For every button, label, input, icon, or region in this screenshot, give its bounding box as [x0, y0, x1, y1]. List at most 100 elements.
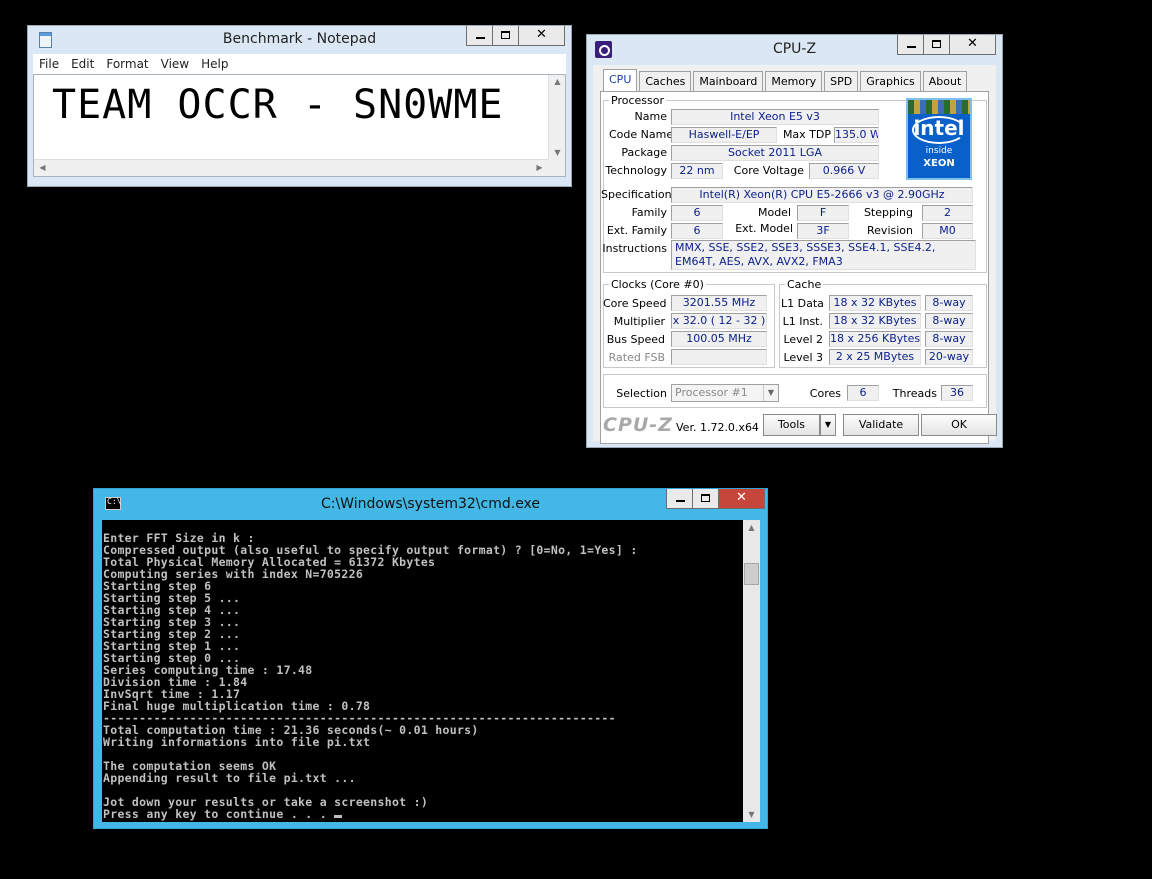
- multiplier-value: x 32.0 ( 12 - 32 ): [671, 313, 767, 329]
- validate-button[interactable]: Validate: [843, 414, 919, 436]
- menu-help[interactable]: Help: [201, 57, 228, 71]
- notepad-vertical-scrollbar[interactable]: ▲ ▼: [548, 75, 565, 159]
- cache-way-l3: 20-way: [925, 349, 973, 365]
- scroll-down-icon[interactable]: ▼: [549, 148, 566, 157]
- scroll-up-icon[interactable]: ▲: [743, 523, 760, 532]
- maxtdp-label: Max TDP: [782, 128, 831, 141]
- stepping-label: Stepping: [863, 206, 913, 219]
- menu-file[interactable]: File: [39, 57, 59, 71]
- ratedfsb-value: [671, 349, 767, 365]
- scroll-up-icon[interactable]: ▲: [549, 77, 566, 86]
- ok-button[interactable]: OK: [921, 414, 997, 436]
- cmd-console[interactable]: Enter FFT Size in k : Compressed output (…: [102, 520, 743, 822]
- name-value: Intel Xeon E5 v3: [671, 109, 879, 125]
- corespeed-value: 3201.55 MHz: [671, 295, 767, 311]
- name-label: Name: [634, 110, 667, 123]
- notepad-horizontal-scrollbar[interactable]: ◀ ▶: [34, 159, 548, 176]
- cmd-maximize-button[interactable]: [693, 489, 719, 509]
- ratedfsb-label: Rated FSB: [608, 351, 665, 364]
- cpuz-titlebar[interactable]: CPU-Z ✕: [587, 35, 1002, 62]
- revision-label: Revision: [867, 224, 913, 237]
- notepad-text-area[interactable]: TEAM OCCR - SN0WME ▲ ▼ ◀ ▶: [33, 74, 566, 177]
- scrollbar-thumb[interactable]: [744, 563, 759, 585]
- intel-logo-text: intel: [913, 116, 965, 140]
- cache-size-l1data: 18 x 32 KBytes: [829, 295, 921, 311]
- cache-label-l1data: L1 Data: [781, 297, 824, 310]
- tab-caches[interactable]: Caches: [639, 71, 692, 91]
- cache-size-l2: 18 x 256 KBytes: [829, 331, 921, 347]
- tools-button[interactable]: Tools: [763, 414, 820, 436]
- minimize-icon: [907, 46, 916, 48]
- tab-mainboard[interactable]: Mainboard: [693, 71, 764, 91]
- threads-value: 36: [941, 385, 973, 401]
- cache-label-l3: Level 3: [783, 351, 823, 364]
- cache-legend: Cache: [787, 278, 822, 291]
- intel-inside-text: inside: [925, 146, 953, 156]
- cmd-titlebar[interactable]: C:\ C:\Windows\system32\cmd.exe ✕: [94, 489, 767, 516]
- tools-dropdown-button[interactable]: ▼: [820, 414, 836, 436]
- scroll-left-icon[interactable]: ◀: [34, 163, 51, 172]
- cores-value: 6: [847, 385, 879, 401]
- processor-select-value: Processor #1: [675, 386, 748, 399]
- notepad-maximize-button[interactable]: [493, 26, 519, 46]
- tab-about[interactable]: About: [922, 71, 968, 91]
- notepad-minimize-button[interactable]: [466, 26, 493, 46]
- cmd-window[interactable]: C:\ C:\Windows\system32\cmd.exe ✕ Enter …: [93, 488, 768, 829]
- model-value: F: [797, 205, 849, 221]
- scroll-right-icon[interactable]: ▶: [531, 163, 548, 172]
- tab-cpu[interactable]: CPU: [603, 69, 638, 91]
- processor-select[interactable]: Processor #1 ▼: [671, 384, 779, 402]
- console-line: Writing informations into file pi.txt: [103, 735, 371, 749]
- notepad-menubar: File Edit Format View Help: [33, 54, 566, 74]
- close-icon: ✕: [536, 27, 547, 42]
- cpuz-maximize-button[interactable]: [924, 35, 950, 55]
- instructions-label: Instructions: [602, 242, 667, 255]
- cmd-vertical-scrollbar[interactable]: ▲ ▼: [743, 520, 760, 822]
- specification-value: Intel(R) Xeon(R) CPU E5-2666 v3 @ 2.90GH…: [671, 187, 973, 203]
- cpuz-tabs: CPU Caches Mainboard Memory SPD Graphics…: [603, 69, 969, 91]
- chevron-down-icon[interactable]: ▼: [763, 385, 778, 401]
- console-line: Press any key to continue . . .: [103, 808, 638, 820]
- scroll-down-icon[interactable]: ▼: [743, 810, 760, 819]
- cache-way-l1inst: 8-way: [925, 313, 973, 329]
- maximize-icon: [501, 31, 510, 39]
- cmd-minimize-button[interactable]: [666, 489, 693, 509]
- extmodel-value: 3F: [797, 223, 849, 239]
- text-cursor: [334, 815, 343, 818]
- extmodel-label: Ext. Model: [735, 222, 793, 235]
- technology-label: Technology: [605, 164, 667, 177]
- chevron-down-icon: ▼: [824, 420, 832, 429]
- scrollbar-corner: [548, 159, 565, 176]
- cpuz-close-button[interactable]: ✕: [950, 35, 996, 55]
- tab-spd[interactable]: SPD: [824, 71, 859, 91]
- multiplier-label: Multiplier: [613, 315, 665, 328]
- intel-xeon-logo: intel inside XEON: [906, 98, 972, 180]
- menu-view[interactable]: View: [161, 57, 189, 71]
- notepad-titlebar[interactable]: Benchmark - Notepad ✕: [28, 26, 571, 53]
- notepad-close-button[interactable]: ✕: [519, 26, 565, 46]
- close-icon: ✕: [967, 36, 978, 51]
- maximize-icon: [932, 40, 941, 48]
- notepad-text[interactable]: TEAM OCCR - SN0WME: [52, 82, 503, 128]
- codename-value: Haswell-E/EP: [671, 127, 777, 143]
- cpuz-brand-logo: CPU-Z: [603, 414, 673, 436]
- console-output: Enter FFT Size in k : Compressed output (…: [103, 532, 638, 820]
- model-label: Model: [757, 206, 791, 219]
- menu-edit[interactable]: Edit: [71, 57, 94, 71]
- cmd-close-button[interactable]: ✕: [719, 489, 765, 509]
- cpuz-window[interactable]: CPU-Z ✕ CPU Caches Mainboard Memory SPD …: [586, 34, 1003, 448]
- package-label: Package: [621, 146, 667, 159]
- tab-memory[interactable]: Memory: [765, 71, 823, 91]
- cpuz-footer: CPU-Z Ver. 1.72.0.x64 Tools ▼ Validate O…: [593, 411, 997, 441]
- cpuz-version: Ver. 1.72.0.x64: [676, 421, 759, 434]
- menu-format[interactable]: Format: [106, 57, 148, 71]
- cache-way-l1data: 8-way: [925, 295, 973, 311]
- cache-label-l2: Level 2: [783, 333, 823, 346]
- processor-legend: Processor: [611, 94, 664, 107]
- cache-label-l1inst: L1 Inst.: [782, 315, 823, 328]
- notepad-window[interactable]: Benchmark - Notepad ✕ File Edit Format V…: [27, 25, 572, 187]
- tab-graphics[interactable]: Graphics: [860, 71, 921, 91]
- cores-label: Cores: [809, 387, 841, 400]
- close-icon: ✕: [736, 490, 747, 505]
- cpuz-minimize-button[interactable]: [897, 35, 924, 55]
